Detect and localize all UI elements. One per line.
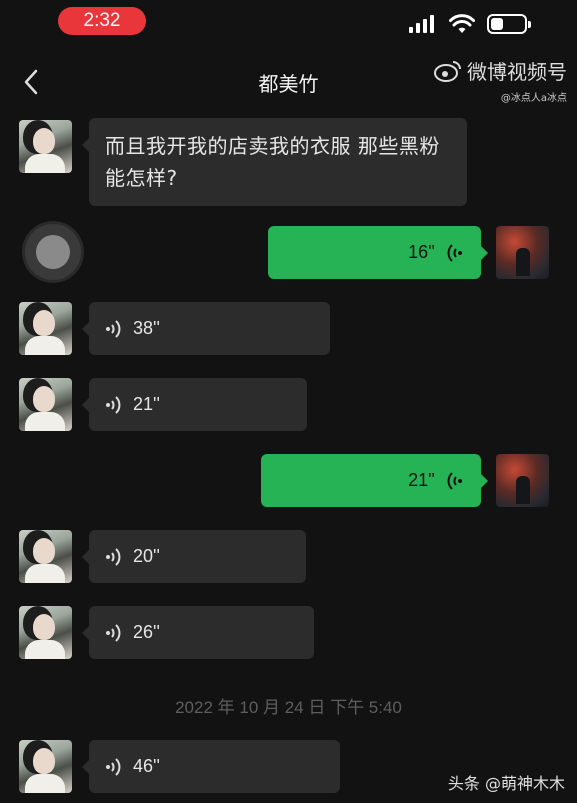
contact-avatar[interactable]: [19, 378, 72, 431]
battery-icon: [487, 14, 531, 34]
voice-duration: 38'': [133, 318, 160, 338]
floating-assistive-button[interactable]: [25, 224, 81, 280]
my-avatar[interactable]: [496, 454, 549, 507]
weibo-logo-icon: [434, 60, 461, 82]
voice-wave-icon: [106, 319, 121, 338]
voice-wave-icon: [106, 623, 121, 642]
watermark-handle: @冰点人a冰点: [500, 92, 567, 104]
voice-wave-icon: [106, 395, 121, 414]
contact-avatar[interactable]: [19, 530, 72, 583]
voice-message-incoming[interactable]: 38'': [82, 302, 330, 355]
wifi-icon: [449, 14, 475, 33]
voice-duration: 20'': [133, 546, 160, 566]
voice-message-outgoing[interactable]: 16'': [268, 226, 488, 279]
voice-message-incoming[interactable]: 20'': [82, 530, 306, 583]
voice-duration: 16'': [408, 242, 435, 262]
voice-duration: 26'': [133, 622, 160, 642]
voice-message-incoming[interactable]: 46'': [82, 740, 340, 793]
chat-timestamp: 2022 年 10 月 24 日 下午 5:40: [175, 698, 402, 717]
voice-wave-icon: [106, 547, 121, 566]
voice-wave-icon: [447, 243, 462, 262]
voice-message-incoming[interactable]: 21'': [82, 378, 307, 431]
contact-avatar[interactable]: [19, 302, 72, 355]
my-avatar[interactable]: [496, 226, 549, 279]
message-bubble-text[interactable]: 而且我开我的店卖我的衣服 那些黑粉能怎样?: [82, 118, 467, 206]
contact-avatar[interactable]: [19, 606, 72, 659]
watermark-brand: 微博视频号: [467, 60, 567, 84]
voice-duration: 21'': [408, 470, 435, 490]
voice-wave-icon: [447, 471, 462, 490]
voice-duration: 46'': [133, 756, 160, 776]
contact-avatar[interactable]: [19, 740, 72, 793]
contact-avatar[interactable]: [19, 120, 72, 173]
message-text: 而且我开我的店卖我的衣服 那些黑粉能怎样?: [105, 134, 440, 190]
voice-message-incoming[interactable]: 26'': [82, 606, 314, 659]
status-time: 2:32: [58, 7, 146, 35]
status-icons: [409, 14, 531, 34]
voice-message-outgoing[interactable]: 21'': [261, 454, 488, 507]
voice-wave-icon: [106, 757, 121, 776]
voice-duration: 21'': [133, 394, 160, 414]
signal-icon: [409, 15, 437, 33]
toutiao-watermark: 头条 @萌神木木: [447, 774, 565, 793]
weibo-watermark: 微博视频号 @冰点人a冰点: [433, 56, 567, 104]
